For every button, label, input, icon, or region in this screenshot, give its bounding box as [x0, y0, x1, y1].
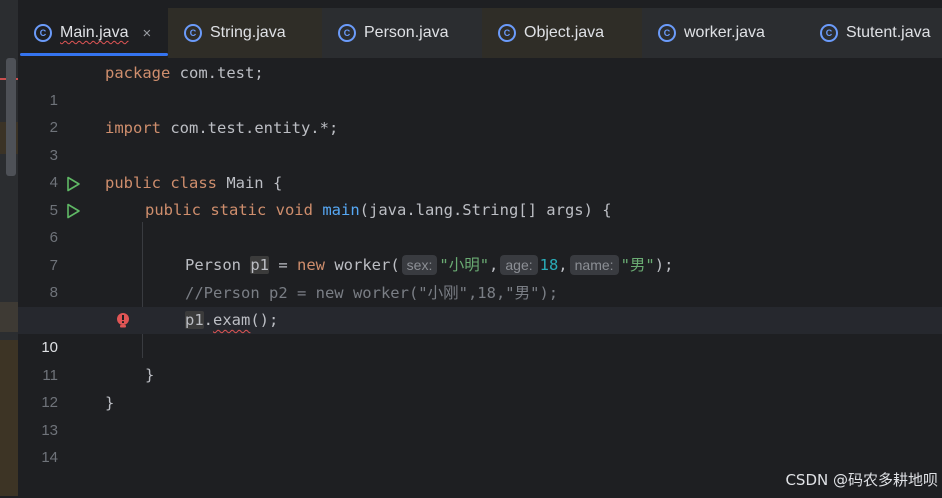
code-line[interactable]: 8 Person p1 = new worker(sex: "小明", age: 18… — [18, 252, 942, 301]
param-hint-name: name: — [569, 255, 619, 275]
tab-person-java[interactable]: C Person.java — [322, 8, 482, 58]
editor-tab-bar: C Main.java × C String.java C Person.jav… — [18, 8, 942, 59]
number-literal: 18 — [539, 256, 559, 274]
code-line[interactable]: 4 — [18, 142, 942, 191]
keyword: package — [105, 64, 171, 82]
tab-worker-java[interactable]: C worker.java — [642, 8, 804, 58]
variable-p1: p1 — [250, 256, 270, 274]
string-literal: "男" — [620, 256, 655, 274]
param-hint-sex: sex: — [401, 255, 438, 275]
run-icon[interactable] — [63, 170, 83, 197]
tab-main-java[interactable]: C Main.java × — [18, 8, 168, 58]
class-icon: C — [820, 24, 838, 42]
side-scrollbar[interactable] — [6, 58, 16, 176]
class-icon: C — [658, 24, 676, 42]
code-line[interactable]: 5 public class Main { — [18, 170, 942, 219]
tab-label: Stutent.java — [846, 24, 931, 41]
tab-label: Person.java — [364, 24, 449, 41]
code-editor[interactable]: 1 package com.test; 2 3 import com.test.… — [18, 59, 942, 496]
method-name: main — [322, 201, 360, 219]
code-line[interactable]: 14 — [18, 417, 942, 466]
param-hint-age: age: — [500, 255, 538, 275]
closing-brace: } — [145, 366, 155, 384]
error-bulb-icon[interactable] — [113, 307, 133, 334]
run-icon[interactable] — [63, 197, 83, 224]
code-line-current[interactable]: 10 p1.exam(); — [18, 307, 942, 356]
type-name: Person — [185, 256, 241, 274]
string-literal: "小明" — [439, 256, 490, 274]
code-line[interactable]: 13 } — [18, 390, 942, 439]
tab-label: worker.java — [684, 24, 765, 41]
close-icon[interactable]: × — [142, 25, 151, 42]
code-line[interactable]: 1 package com.test; — [18, 60, 942, 109]
tab-string-java[interactable]: C String.java — [168, 8, 322, 58]
tab-label: Object.java — [524, 24, 605, 41]
code-line[interactable]: 12 } — [18, 362, 942, 411]
panel-strip — [0, 340, 18, 496]
code-line[interactable]: 7 — [18, 225, 942, 274]
code-text: Main { — [216, 174, 283, 192]
class-icon: C — [34, 24, 52, 42]
code-line[interactable]: 3 import com.test.entity.*; — [18, 115, 942, 164]
tab-object-java[interactable]: C Object.java — [482, 8, 642, 58]
tab-label: Main.java — [60, 24, 129, 41]
code-text: com.test.entity.*; — [161, 119, 339, 137]
code-text: (java.lang.String[] args) { — [359, 201, 612, 219]
class-icon: C — [184, 24, 202, 42]
comment: //Person p2 = new worker("小刚",18,"男"); — [185, 284, 559, 302]
code-line[interactable]: 6 public static void main(java.lang.Stri… — [18, 197, 942, 246]
code-line[interactable]: 11 — [18, 335, 942, 384]
code-line[interactable]: 9 //Person p2 = new worker("小刚",18,"男"); — [18, 280, 942, 329]
keyword: public static void — [145, 201, 313, 219]
variable-p1: p1 — [185, 311, 204, 329]
line-number: 14 — [41, 449, 58, 466]
keyword: new — [297, 256, 326, 274]
watermark: CSDN @码农多耕地呗 — [785, 471, 938, 489]
error-method-call: exam — [213, 311, 251, 329]
tab-label: String.java — [210, 24, 286, 41]
closing-brace: } — [105, 394, 115, 412]
keyword: public class — [105, 174, 217, 192]
class-icon: C — [338, 24, 356, 42]
current-line-stripe — [0, 302, 18, 332]
class-icon: C — [498, 24, 516, 42]
keyword: import — [105, 119, 161, 137]
tab-stutent-java[interactable]: C Stutent.java — [804, 8, 942, 58]
code-text: com.test; — [170, 64, 264, 82]
code-line[interactable]: 2 — [18, 87, 942, 136]
left-gutter-strip — [0, 0, 18, 496]
